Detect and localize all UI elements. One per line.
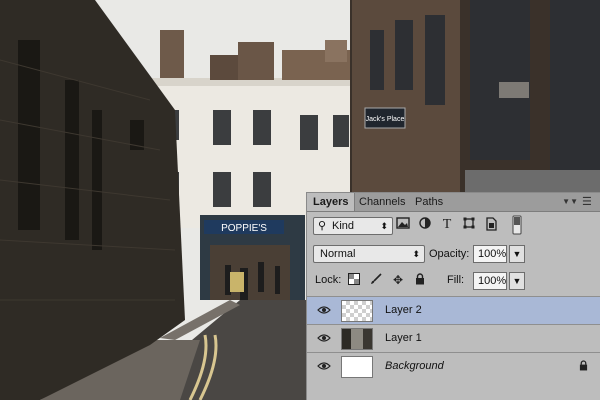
layer-name[interactable]: Background — [385, 360, 444, 372]
opacity-dropdown-button[interactable]: ▼ — [509, 245, 525, 263]
layers-panel: Layers Channels Paths ▼▼ ☰ ⚲ Kind ⬍ T No… — [306, 192, 600, 400]
image-filter-icon[interactable] — [395, 217, 411, 233]
panel-menu-icon[interactable]: ☰ — [582, 195, 594, 208]
lock-label: Lock: — [315, 274, 342, 286]
layer-thumbnail — [341, 300, 373, 322]
eye-icon[interactable] — [317, 305, 331, 315]
fill-dropdown-button[interactable]: ▼ — [509, 272, 525, 290]
opacity-input[interactable]: 100% — [473, 245, 507, 263]
tab-layers[interactable]: Layers — [307, 193, 356, 211]
layer-row-background[interactable]: Background — [307, 352, 600, 380]
adjustment-filter-icon[interactable] — [417, 217, 433, 233]
pub-sign: Jack's Place — [366, 116, 405, 123]
lock-icon[interactable] — [413, 273, 427, 287]
layer-row-layer-1[interactable]: Layer 1 — [307, 324, 600, 352]
opacity-label: Opacity: — [429, 248, 470, 260]
layer-name[interactable]: Layer 2 — [385, 304, 422, 316]
shape-filter-icon[interactable] — [461, 217, 477, 233]
type-filter-icon[interactable]: T — [439, 217, 455, 233]
layer-filter-value: Kind — [332, 220, 355, 232]
layer-row-layer-2[interactable]: Layer 2 — [307, 296, 600, 324]
eye-icon[interactable] — [317, 333, 331, 343]
transparent-pixels-lock-icon[interactable] — [347, 273, 361, 287]
filter-toggle-icon[interactable] — [509, 215, 525, 235]
search-icon: ⚲ — [318, 220, 327, 232]
layer-thumbnail — [341, 328, 373, 350]
blend-mode-value: Normal — [320, 248, 356, 260]
panel-tab-bar: Layers Channels Paths ▼▼ ☰ — [307, 193, 600, 212]
tab-paths[interactable]: Paths — [409, 193, 449, 211]
fill-label: Fill: — [447, 274, 465, 286]
layer-filter-select[interactable]: ⚲ Kind ⬍ — [313, 217, 393, 235]
layer-name[interactable]: Layer 1 — [385, 332, 422, 344]
move-lock-icon[interactable]: ✥ — [391, 273, 405, 287]
eye-icon[interactable] — [317, 361, 331, 371]
smart-object-filter-icon[interactable] — [483, 217, 499, 233]
collapse-icon[interactable]: ▼▼ — [562, 197, 578, 206]
tab-channels[interactable]: Channels — [353, 193, 411, 211]
blend-mode-select[interactable]: Normal ⬍ — [313, 245, 425, 263]
lock-icon — [579, 360, 588, 374]
layer-thumbnail — [341, 356, 373, 378]
fill-input[interactable]: 100% — [473, 272, 507, 290]
chevron-updown-icon: ⬍ — [380, 221, 388, 231]
chevron-updown-icon: ⬍ — [412, 249, 420, 259]
brush-lock-icon[interactable] — [369, 273, 383, 287]
shop-sign: POPPIE'S — [221, 223, 267, 234]
